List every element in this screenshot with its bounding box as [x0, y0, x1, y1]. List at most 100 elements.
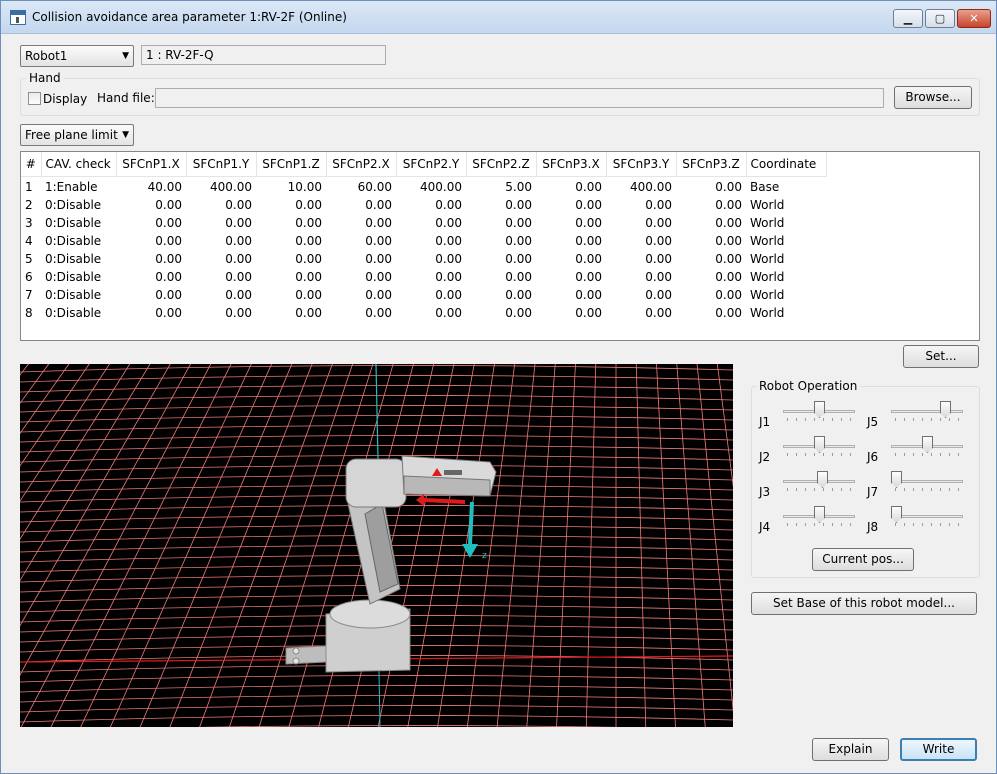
table-cell[interactable]: 0.00 [326, 232, 396, 250]
hand-file-field[interactable] [155, 88, 884, 108]
slider-thumb[interactable] [814, 436, 825, 453]
table-cell[interactable]: 5 [21, 250, 41, 268]
table-cell[interactable]: 0.00 [256, 286, 326, 304]
table-cell[interactable]: 0.00 [676, 268, 746, 286]
table-cell[interactable]: 3 [21, 214, 41, 232]
slider-thumb[interactable] [922, 436, 933, 453]
table-cell[interactable]: 40.00 [116, 176, 186, 196]
table-cell[interactable]: 0.00 [676, 232, 746, 250]
table-cell[interactable]: 0.00 [396, 304, 466, 322]
column-header[interactable]: SFCnP2.Z [466, 152, 537, 177]
table-cell[interactable]: World [746, 196, 826, 214]
table-cell[interactable]: 0.00 [186, 268, 256, 286]
table-cell[interactable]: 0.00 [186, 286, 256, 304]
table-cell[interactable]: 0.00 [606, 250, 676, 268]
joint-slider-j8[interactable] [891, 506, 963, 526]
table-cell[interactable]: 0.00 [606, 304, 676, 322]
column-header[interactable]: SFCnP1.Z [256, 152, 327, 177]
table-cell[interactable]: 400.00 [396, 176, 466, 196]
browse-button[interactable]: Browse... [894, 86, 972, 109]
column-header[interactable]: SFCnP3.Y [606, 152, 677, 177]
slider-thumb[interactable] [891, 506, 902, 523]
table-cell[interactable]: 0.00 [256, 196, 326, 214]
table-cell[interactable]: 0.00 [606, 286, 676, 304]
table-cell[interactable]: 0.00 [466, 250, 536, 268]
column-header[interactable]: # [21, 152, 42, 177]
table-cell[interactable]: 0.00 [256, 250, 326, 268]
table-cell[interactable]: 4 [21, 232, 41, 250]
table-cell[interactable]: 0:Disable [41, 286, 116, 304]
table-row[interactable]: 2 0:Disable 0.00 0.00 0.00 0.00 0.00 0.00 0.00 0.… [21, 196, 826, 214]
table-cell[interactable]: 0.00 [326, 304, 396, 322]
table-cell[interactable]: 0.00 [256, 268, 326, 286]
table-cell[interactable]: 0:Disable [41, 214, 116, 232]
column-header[interactable]: SFCnP3.X [536, 152, 607, 177]
column-header[interactable]: SFCnP1.X [116, 152, 187, 177]
display-checkbox[interactable] [28, 92, 41, 105]
table-cell[interactable]: 0.00 [466, 196, 536, 214]
joint-slider-j4[interactable] [783, 506, 855, 526]
close-button[interactable]: ✕ [957, 9, 991, 28]
column-header[interactable]: CAV. check [41, 152, 117, 177]
table-cell[interactable]: 0.00 [396, 268, 466, 286]
table-row[interactable]: 4 0:Disable 0.00 0.00 0.00 0.00 0.00 0.00 0.00 0.… [21, 232, 826, 250]
column-header[interactable]: Coordinate [746, 152, 827, 177]
table-cell[interactable]: 0:Disable [41, 250, 116, 268]
set-button[interactable]: Set... [903, 345, 979, 368]
slider-thumb[interactable] [891, 471, 902, 488]
explain-button[interactable]: Explain [812, 738, 889, 761]
table-cell[interactable]: 0.00 [536, 304, 606, 322]
table-cell[interactable]: World [746, 286, 826, 304]
table-cell[interactable]: 0.00 [606, 214, 676, 232]
column-header[interactable]: SFCnP1.Y [186, 152, 257, 177]
maximize-button[interactable]: ▢ [925, 9, 955, 28]
table-cell[interactable]: 0.00 [606, 232, 676, 250]
table-cell[interactable]: 0.00 [676, 196, 746, 214]
table-cell[interactable]: 60.00 [326, 176, 396, 196]
table-cell[interactable]: 0.00 [676, 176, 746, 196]
table-cell[interactable]: World [746, 232, 826, 250]
table-cell[interactable]: 0.00 [466, 214, 536, 232]
table-cell[interactable]: 0.00 [186, 214, 256, 232]
robot-select[interactable]: Robot1 ▼ [20, 45, 134, 67]
table-cell[interactable]: 0.00 [326, 268, 396, 286]
table-cell[interactable]: 0.00 [116, 232, 186, 250]
table-cell[interactable]: 0.00 [326, 286, 396, 304]
title-bar[interactable]: Collision avoidance area parameter 1:RV-… [1, 1, 996, 34]
slider-thumb[interactable] [817, 471, 828, 488]
table-cell[interactable]: 0.00 [676, 304, 746, 322]
table-cell[interactable]: 7 [21, 286, 41, 304]
joint-slider-j7[interactable] [891, 471, 963, 491]
table-cell[interactable]: 0.00 [466, 286, 536, 304]
table-cell[interactable]: 0.00 [536, 232, 606, 250]
table-cell[interactable]: 0:Disable [41, 304, 116, 322]
table-cell[interactable]: 0.00 [326, 196, 396, 214]
table-cell[interactable]: 0.00 [116, 304, 186, 322]
table-cell[interactable]: 0.00 [396, 232, 466, 250]
table-cell[interactable]: 6 [21, 268, 41, 286]
table-cell[interactable]: 0.00 [256, 232, 326, 250]
column-header[interactable]: SFCnP2.X [326, 152, 397, 177]
table-cell[interactable]: 0.00 [676, 250, 746, 268]
joint-slider-j2[interactable] [783, 436, 855, 456]
table-cell[interactable]: 0.00 [116, 196, 186, 214]
minimize-button[interactable]: ▁ [893, 9, 923, 28]
table-cell[interactable]: 400.00 [606, 176, 676, 196]
table-cell[interactable]: 10.00 [256, 176, 326, 196]
table-row[interactable]: 1 1:Enable 40.00 400.00 10.00 60.00 400.00 5.00… [21, 176, 826, 196]
table-cell[interactable]: 0.00 [396, 214, 466, 232]
table-cell[interactable]: 0.00 [186, 196, 256, 214]
table-cell[interactable]: 0.00 [676, 214, 746, 232]
table-cell[interactable]: 0.00 [536, 250, 606, 268]
table-cell[interactable]: World [746, 214, 826, 232]
table-cell[interactable]: 0:Disable [41, 268, 116, 286]
table-cell[interactable]: World [746, 250, 826, 268]
table-cell[interactable]: World [746, 304, 826, 322]
table-cell[interactable]: 0.00 [396, 250, 466, 268]
table-cell[interactable]: 0.00 [536, 196, 606, 214]
write-button[interactable]: Write [900, 738, 977, 761]
table-cell[interactable]: 0.00 [326, 250, 396, 268]
table-cell[interactable]: World [746, 268, 826, 286]
table-cell[interactable]: 0.00 [606, 196, 676, 214]
column-header[interactable]: SFCnP2.Y [396, 152, 467, 177]
